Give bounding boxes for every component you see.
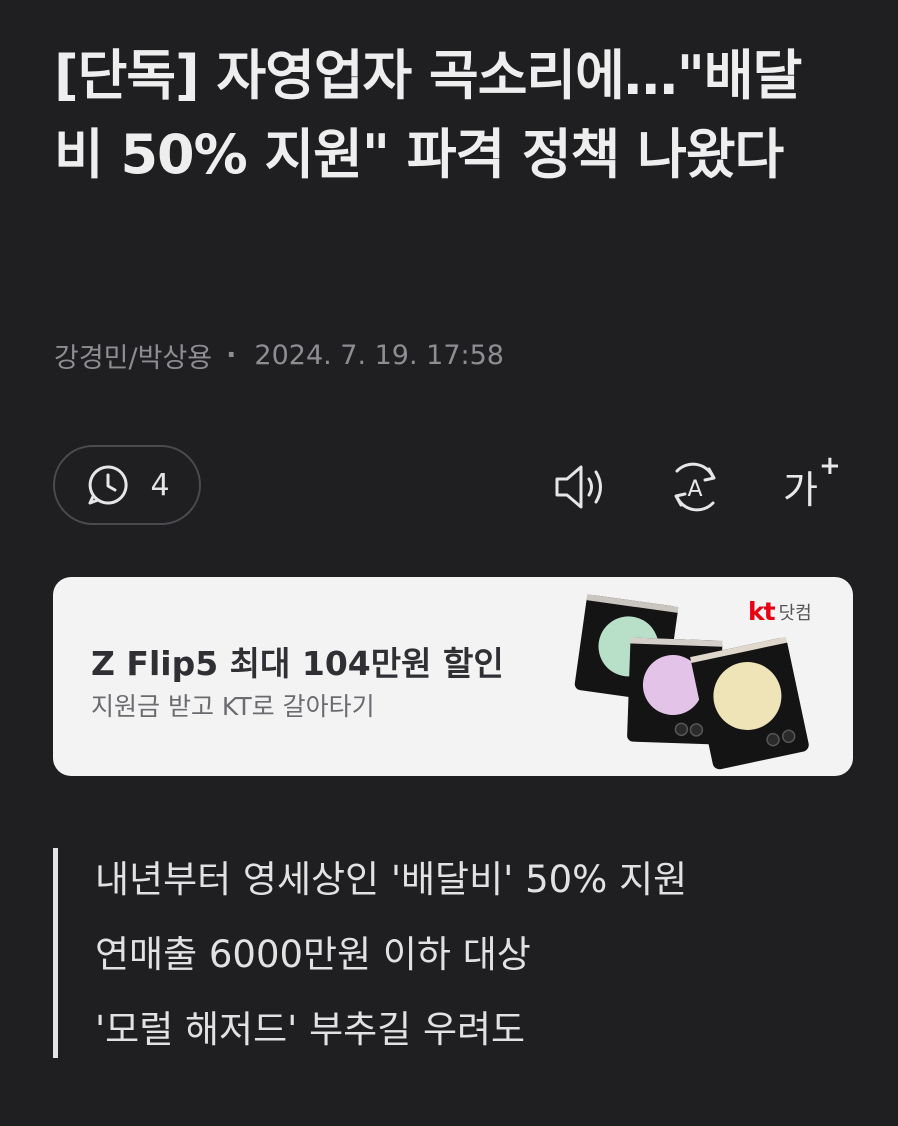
- read-aloud-button[interactable]: [551, 459, 611, 515]
- comment-button[interactable]: 4: [53, 445, 201, 525]
- comment-count: 4: [150, 467, 170, 503]
- speaker-icon: [555, 465, 602, 509]
- font-size-label: 가: [783, 468, 818, 512]
- article-summary: 내년부터 영세상인 '배달비' 50% 지원 연매출 6000만원 이하 대상 …: [53, 848, 813, 1058]
- svg-text:A: A: [687, 477, 702, 502]
- article-toolbar: 4 A 가 +: [53, 445, 853, 529]
- translate-icon: A: [674, 462, 716, 512]
- ad-title: Z Flip5 최대 104만원 할인: [91, 644, 504, 683]
- summary-line: '모럴 해저드' 부추길 우려도: [95, 1008, 526, 1051]
- author-names[interactable]: 강경민/박상용: [54, 336, 212, 375]
- kt-brand-suffix: 닷컴: [778, 602, 812, 624]
- comment-icon: [88, 465, 129, 505]
- byline-separator: ·: [226, 340, 237, 371]
- kt-brand: kt: [748, 597, 776, 626]
- font-size-button[interactable]: 가 +: [779, 451, 841, 515]
- ad-subtitle: 지원금 받고 KT로 갈아타기: [91, 692, 375, 721]
- summary-line: 내년부터 영세상인 '배달비' 50% 지원: [95, 858, 688, 901]
- article-view: [단독] 자영업자 곡소리에…"배달비 50% 지원" 파격 정책 나왔다 강경…: [0, 0, 898, 1126]
- kt-logo: kt 닷컴: [748, 597, 812, 626]
- article-headline: [단독] 자영업자 곡소리에…"배달비 50% 지원" 파격 정책 나왔다: [54, 44, 802, 186]
- font-size-plus: +: [819, 451, 841, 481]
- article-byline: 강경민/박상용 · 2024. 7. 19. 17:58: [54, 336, 504, 375]
- publish-datetime: 2024. 7. 19. 17:58: [254, 340, 504, 371]
- ad-banner[interactable]: Z Flip5 최대 104만원 할인 지원금 받고 KT로 갈아타기 kt 닷…: [53, 577, 853, 776]
- summary-line: 연매출 6000만원 이하 대상: [95, 933, 531, 976]
- font-size-icon: 가 +: [779, 451, 841, 515]
- translate-button[interactable]: A: [665, 459, 725, 515]
